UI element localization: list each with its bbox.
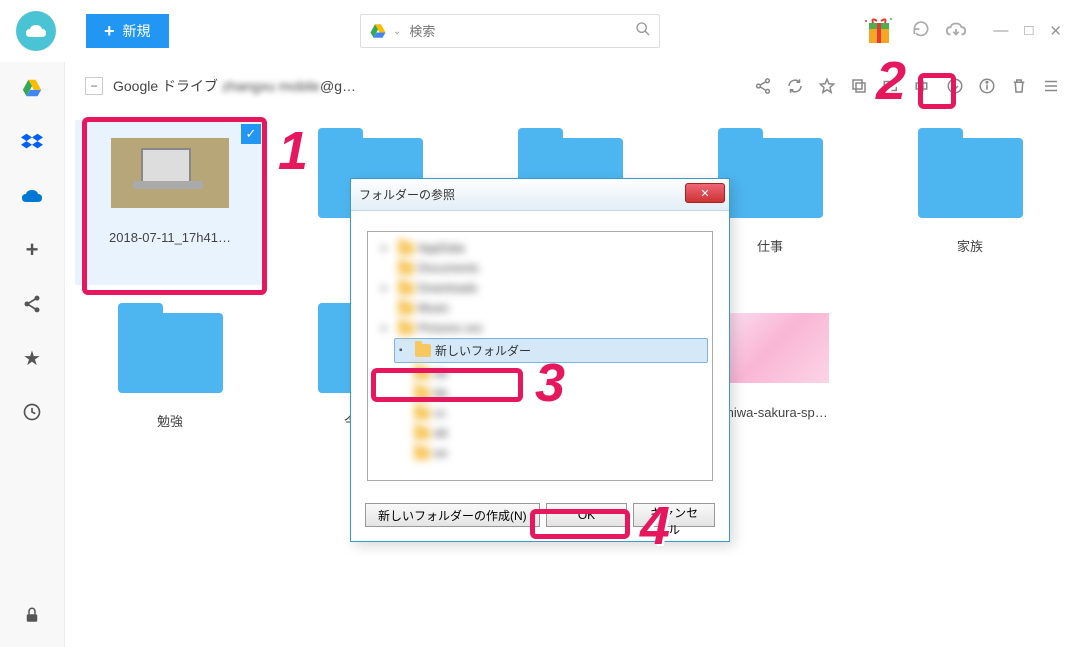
info-icon[interactable] — [978, 77, 996, 95]
sidebar: + ★ — [0, 62, 65, 647]
check-icon: ✓ — [241, 124, 261, 144]
window-maximize[interactable]: □ — [1020, 22, 1037, 40]
list-view-icon[interactable] — [1042, 77, 1060, 95]
search-icon[interactable] — [635, 21, 651, 42]
image-thumbnail — [111, 138, 229, 208]
dialog-title-text: フォルダーの参照 — [359, 186, 455, 203]
file-item[interactable]: 勉強 — [75, 295, 265, 460]
file-item[interactable]: 家族 — [875, 120, 1065, 285]
copy-icon[interactable] — [850, 77, 868, 95]
search-input[interactable] — [409, 24, 635, 39]
file-label: 家族 — [957, 236, 983, 255]
file-item[interactable]: ✓ 2018-07-11_17h41… — [75, 120, 265, 285]
sidebar-onedrive[interactable] — [20, 184, 44, 208]
search-box[interactable]: ⌄ — [360, 14, 660, 48]
plus-icon: + — [104, 21, 115, 42]
new-button-label: 新規 — [123, 21, 151, 41]
file-action-toolbar — [754, 77, 1060, 95]
share-icon[interactable] — [754, 77, 772, 95]
folder-icon — [918, 138, 1023, 218]
new-folder-button[interactable]: 新しいフォルダーの作成(N) — [365, 503, 540, 527]
selected-folder-label: 新しいフォルダー — [435, 342, 531, 359]
cancel-button[interactable]: キャンセル — [633, 503, 715, 527]
window-minimize[interactable]: — — [989, 22, 1012, 40]
window-close[interactable]: ✕ — [1045, 22, 1066, 40]
download-icon[interactable] — [946, 77, 964, 95]
collapse-toggle[interactable]: − — [85, 77, 103, 95]
dialog-titlebar: フォルダーの参照 ✕ — [351, 179, 729, 211]
sidebar-add[interactable]: + — [20, 238, 44, 262]
star-icon[interactable] — [818, 77, 836, 95]
breadcrumb-text: Google ドライブ zhangxu mobile@g… — [113, 76, 356, 96]
gift-icon[interactable] — [861, 11, 897, 52]
rename-icon[interactable] — [914, 77, 932, 95]
file-label: 2018-07-11_17h41… — [109, 230, 231, 245]
file-label: 勉強 — [157, 411, 183, 430]
sidebar-google-drive[interactable] — [20, 76, 44, 100]
app-logo — [16, 11, 56, 51]
delete-icon[interactable] — [1010, 77, 1028, 95]
sidebar-dropbox[interactable] — [20, 130, 44, 154]
refresh-icon[interactable] — [911, 19, 931, 44]
chevron-down-icon[interactable]: ⌄ — [393, 26, 401, 37]
sidebar-share[interactable] — [20, 292, 44, 316]
sync-icon[interactable] — [786, 77, 804, 95]
sidebar-history[interactable] — [20, 400, 44, 424]
dialog-close-button[interactable]: ✕ — [685, 183, 725, 203]
file-label: 仕事 — [757, 236, 783, 255]
new-button[interactable]: + 新規 — [86, 14, 169, 48]
move-icon[interactable] — [882, 77, 900, 95]
ok-button[interactable]: OK — [546, 503, 628, 527]
sidebar-lock[interactable] — [20, 603, 44, 627]
cloud-download-icon[interactable] — [945, 19, 967, 44]
folder-browse-dialog: フォルダーの参照 ✕ ▸AppData Documents ▸Downloads… — [350, 178, 730, 542]
folder-icon — [118, 313, 223, 393]
folder-tree[interactable]: ▸AppData Documents ▸Downloads Music ▸Pic… — [367, 231, 713, 481]
breadcrumb: − Google ドライブ zhangxu mobile@g… — [65, 62, 1080, 110]
sidebar-favorites[interactable]: ★ — [20, 346, 44, 370]
google-drive-icon — [369, 22, 387, 40]
folder-icon — [718, 138, 823, 218]
